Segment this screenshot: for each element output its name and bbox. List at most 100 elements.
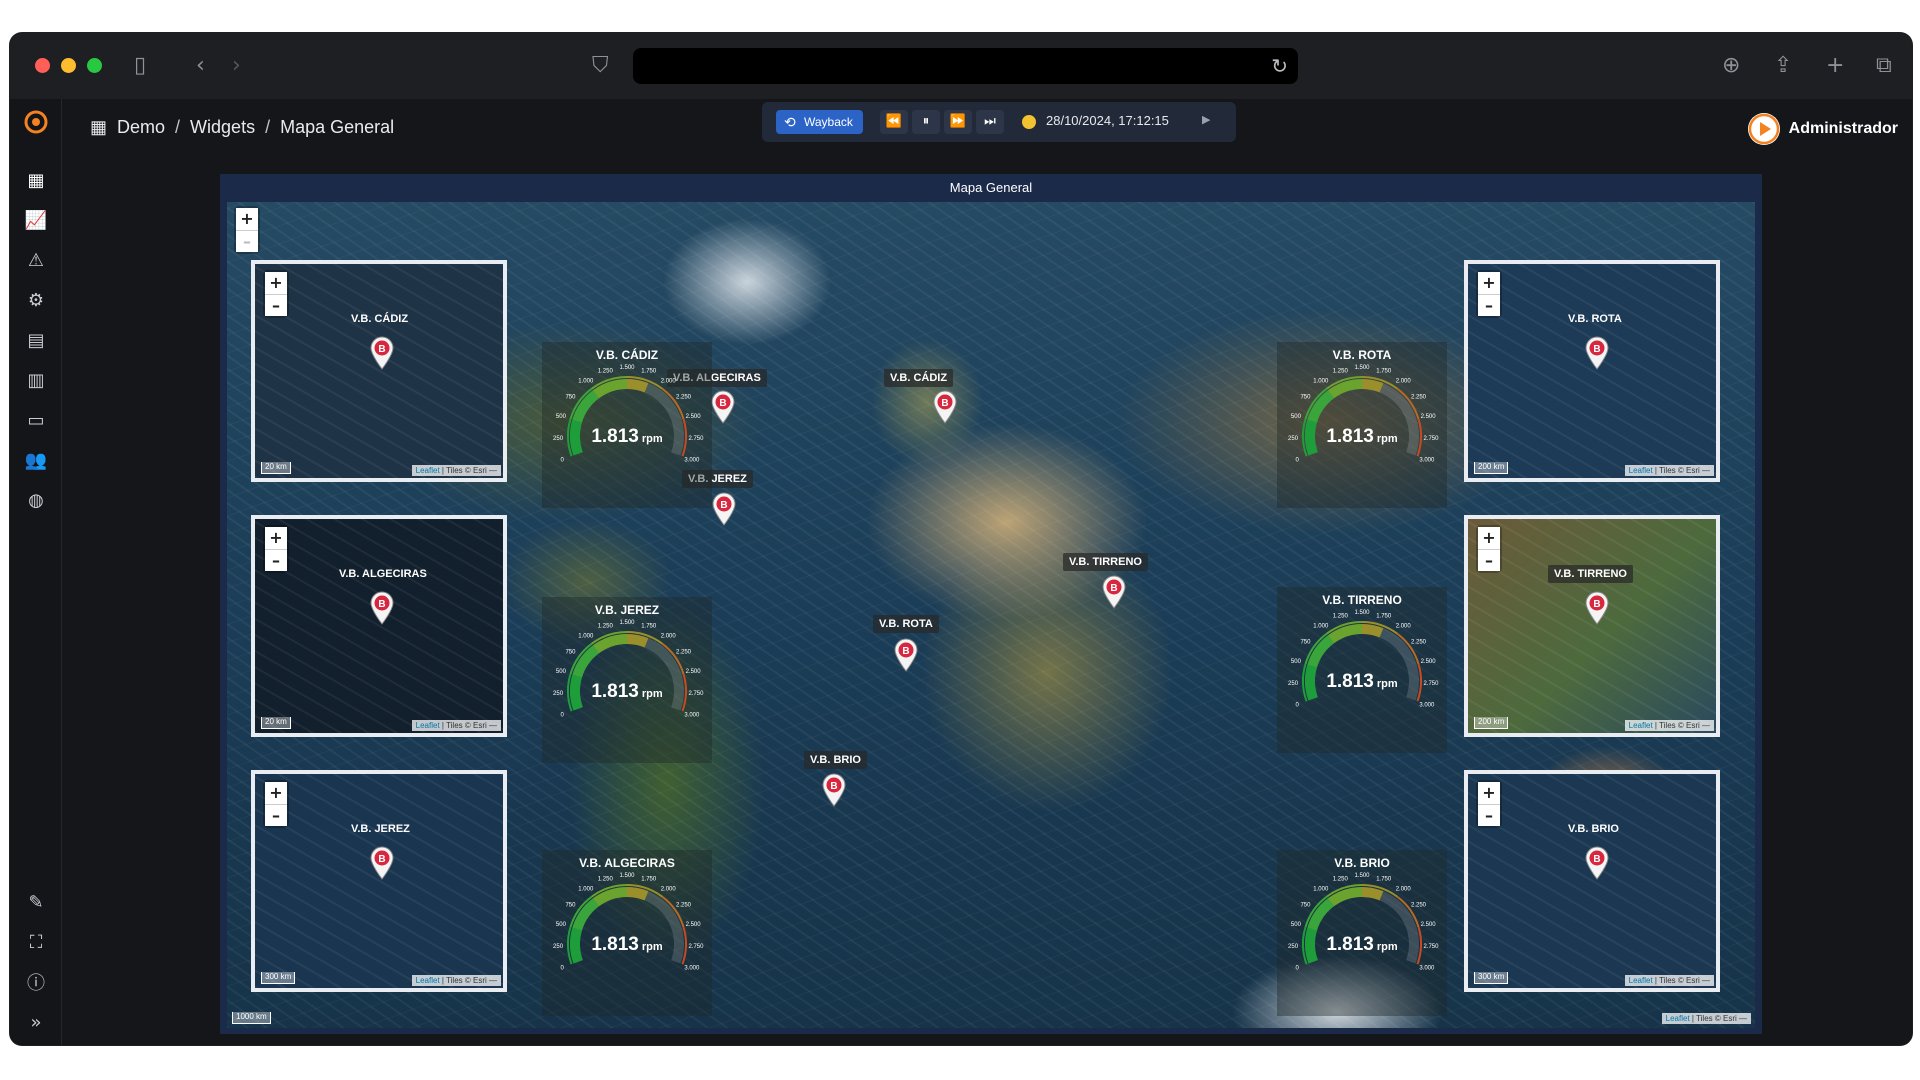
map-marker-icon[interactable]: B	[369, 336, 395, 370]
fast-forward-button[interactable]: ⏩	[944, 110, 972, 134]
new-tab-icon[interactable]: +	[1826, 55, 1844, 77]
share-icon[interactable]: ⇪	[1774, 55, 1792, 77]
zoom-out-button[interactable]: –	[236, 230, 258, 252]
zoom-out-button[interactable]: –	[265, 549, 287, 571]
marker-label: V.B. ALGECIRAS	[339, 568, 427, 580]
zoom-out-button[interactable]: –	[265, 804, 287, 826]
gauge-value: 1.813 rpm	[1326, 671, 1398, 692]
map-marker-icon[interactable]: B	[932, 390, 958, 424]
map-marker-icon[interactable]: B	[711, 492, 737, 526]
download-icon[interactable]: ⊕	[1722, 55, 1740, 77]
messages-icon[interactable]: ▭	[23, 407, 49, 433]
gauge-fill-segment	[592, 379, 628, 399]
leaflet-link[interactable]: Leaflet	[416, 721, 440, 730]
skip-to-end-button[interactable]: ⏭	[976, 110, 1004, 134]
map-marker-icon[interactable]: B	[369, 846, 395, 880]
shield-icon[interactable]: ⛉	[592, 55, 609, 77]
play-arrow-icon[interactable]: ▶	[1202, 113, 1210, 126]
globe-icon[interactable]: ◍	[23, 487, 49, 513]
leaflet-link[interactable]: Leaflet	[1629, 721, 1653, 730]
rewind-button[interactable]: ⏪	[880, 110, 908, 134]
sidebar-toggle-icon[interactable]: ▯	[134, 55, 146, 77]
minimap[interactable]: + – V.B. BRIO B 300 km Leaflet | Tiles ©…	[1464, 770, 1720, 992]
leaflet-link[interactable]: Leaflet	[1629, 466, 1653, 475]
zoom-out-button[interactable]: –	[1478, 549, 1500, 571]
map-marker-icon[interactable]: B	[821, 773, 847, 807]
leaflet-link[interactable]: Leaflet	[1629, 976, 1653, 985]
info-icon[interactable]: ⓘ	[23, 969, 49, 995]
zoom-in-button[interactable]: +	[236, 208, 258, 230]
pause-button[interactable]: ⏸	[912, 110, 940, 134]
close-window-button[interactable]	[35, 58, 50, 73]
zoom-in-button[interactable]: +	[1478, 782, 1500, 804]
minimize-window-button[interactable]	[61, 58, 76, 73]
zoom-in-button[interactable]: +	[265, 272, 287, 294]
tabs-overview-icon[interactable]: ⧉	[1876, 55, 1892, 77]
gauge-fill-segment	[1307, 390, 1335, 423]
user-menu[interactable]: Administrador	[1747, 113, 1898, 145]
map-marker-icon[interactable]: B	[1101, 575, 1127, 609]
edit-dashboard-icon[interactable]: ✎	[23, 889, 49, 915]
zoom-in-button[interactable]: +	[1478, 527, 1500, 549]
reload-icon[interactable]: ↻	[1271, 54, 1288, 78]
minimap-zoom-control: + –	[265, 272, 287, 316]
gauge-tick-label: 1.750	[1376, 877, 1392, 883]
leaflet-link[interactable]: Leaflet	[416, 466, 440, 475]
rpm-gauge: V.B. BRIO 0 250 500 750 1.000 1.250 1.500 1.750…	[1277, 850, 1447, 1016]
expand-sidebar-icon[interactable]: »	[23, 1009, 49, 1035]
map-marker-icon[interactable]: B	[893, 638, 919, 672]
map-marker-icon[interactable]: B	[1584, 336, 1610, 370]
documents-icon[interactable]: ▥	[23, 367, 49, 393]
rules-icon[interactable]: ⚙	[23, 287, 49, 313]
gauge-tick-label: 2.250	[1411, 902, 1427, 908]
alerts-icon[interactable]: ⚠	[23, 247, 49, 273]
wayback-button[interactable]: ⟲ Wayback	[776, 110, 863, 134]
map-marker-icon[interactable]: B	[369, 591, 395, 625]
gauge-tick-label: 1.500	[619, 873, 635, 879]
gauge-tick-label: 2.250	[676, 902, 692, 908]
forward-icon[interactable]: ›	[232, 55, 241, 77]
leaflet-link[interactable]: Leaflet	[1666, 1014, 1690, 1023]
brand-logo-icon[interactable]	[23, 109, 49, 135]
dashboard-icon[interactable]: ▦	[23, 167, 49, 193]
map-scale-bar: 300 km	[261, 972, 296, 984]
zoom-in-button[interactable]: +	[265, 527, 287, 549]
map-scale-bar: 200 km	[1474, 717, 1509, 729]
gauge-fill-segment	[626, 634, 649, 648]
sidebar: ▦ 📈 ⚠ ⚙ ▤ ▥ ▭ 👥 ◍ ✎ ⛶ ⓘ »	[10, 99, 62, 1045]
zoom-in-button[interactable]: +	[1478, 272, 1500, 294]
rpm-gauge: V.B. ROTA 0 250 500 750 1.000 1.250 1.500 1.750…	[1277, 342, 1447, 508]
minimap[interactable]: + – V.B. JEREZ B 300 km Leaflet | Tiles …	[251, 770, 507, 992]
maximize-window-button[interactable]	[87, 58, 102, 73]
users-icon[interactable]: 👥	[23, 447, 49, 473]
map-marker-icon[interactable]: B	[1584, 591, 1610, 625]
breadcrumb-item-widgets[interactable]: Widgets	[190, 117, 255, 138]
breadcrumb-item-demo[interactable]: Demo	[117, 117, 165, 138]
minimap[interactable]: + – V.B. CÁDIZ B 20 km Leaflet | Tiles ©…	[251, 260, 507, 482]
world-map[interactable]: + – 1000 km Leaflet | Tiles © Esri — V.B…	[227, 202, 1755, 1028]
gauge-title: V.B. TIRRENO	[1322, 593, 1402, 607]
zoom-in-button[interactable]: +	[265, 782, 287, 804]
address-bar[interactable]: ↻	[633, 48, 1298, 84]
fullscreen-icon[interactable]: ⛶	[23, 929, 49, 955]
minimap[interactable]: + – V.B. TIRRENO B 200 km Leaflet | Tile…	[1464, 515, 1720, 737]
back-icon[interactable]: ‹	[196, 55, 205, 77]
gauge-tick-label: 1.500	[1354, 365, 1370, 371]
gauge-value: 1.813 rpm	[591, 681, 663, 702]
gauge-tick-label: 1.000	[1313, 379, 1329, 385]
minimap[interactable]: + – V.B. ROTA B 200 km Leaflet | Tiles ©…	[1464, 260, 1720, 482]
map-marker-icon[interactable]: B	[1584, 846, 1610, 880]
minimap[interactable]: + – V.B. ALGECIRAS B 20 km Leaflet | Til…	[251, 515, 507, 737]
analytics-icon[interactable]: 📈	[23, 207, 49, 233]
reports-icon[interactable]: ▤	[23, 327, 49, 353]
gauge-tick-label: 500	[1291, 922, 1302, 928]
zoom-out-button[interactable]: –	[265, 294, 287, 316]
wayback-datetime[interactable]: 28/10/2024, 17:12:15	[1046, 113, 1169, 128]
gauge-tick-label: 500	[1291, 659, 1302, 665]
gauge-tick-label: 2.000	[1396, 887, 1412, 893]
gauge-tick-label: 3.000	[684, 458, 700, 464]
zoom-out-button[interactable]: –	[1478, 294, 1500, 316]
leaflet-link[interactable]: Leaflet	[416, 976, 440, 985]
map-marker-icon[interactable]: B	[710, 390, 736, 424]
zoom-out-button[interactable]: –	[1478, 804, 1500, 826]
